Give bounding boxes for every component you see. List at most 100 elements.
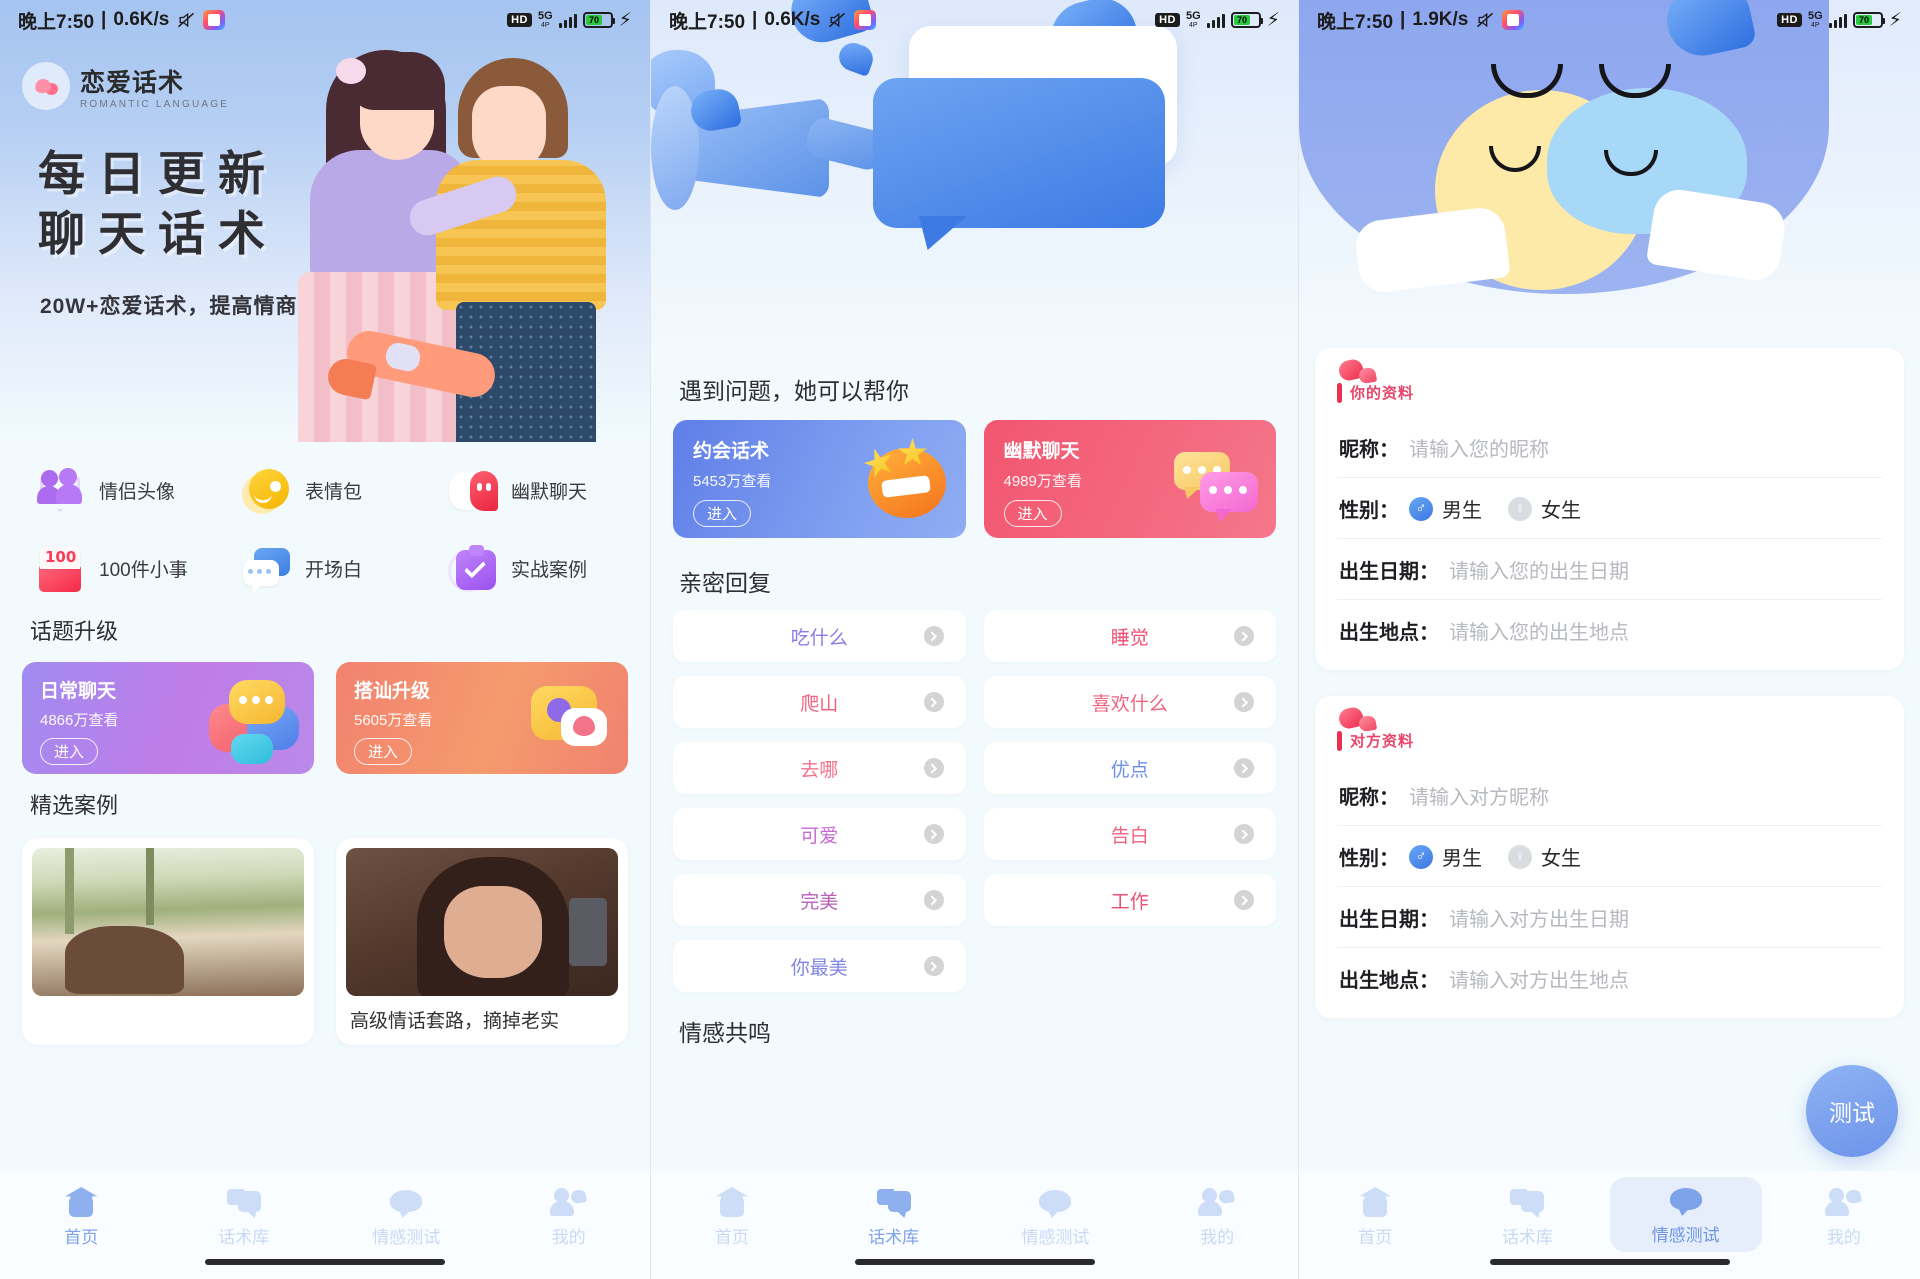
chat-bubbles-icon xyxy=(1174,440,1260,520)
reply-item[interactable]: 你最美 xyxy=(673,940,966,992)
quick-icon-humor-chat[interactable]: 幽默聊天 xyxy=(428,464,634,516)
quick-icon-emoji-pack[interactable]: 表情包 xyxy=(222,464,428,516)
gender-option-male[interactable]: ♂ 男生 xyxy=(1409,842,1482,871)
battery-icon: 70 xyxy=(1230,12,1263,28)
tab-profile[interactable]: 我的 xyxy=(1768,1183,1920,1248)
test-fab-button[interactable]: 测试 xyxy=(1806,1065,1898,1157)
reply-item[interactable]: 吃什么 xyxy=(673,610,966,662)
case-card[interactable]: 高级情话套路，摘掉老实 xyxy=(336,838,628,1045)
reply-item[interactable]: 完美 xyxy=(673,874,966,926)
birthdate-input[interactable]: 请输入您的出生日期 xyxy=(1449,555,1629,584)
gender-option-male[interactable]: ♂ 男生 xyxy=(1409,494,1482,523)
case-thumbnail xyxy=(32,848,304,996)
tab-emotion-test[interactable]: 情感测试 xyxy=(1609,1177,1762,1252)
other-gender-row[interactable]: 性别： ♂ 男生 ♀ 女生 xyxy=(1337,826,1882,887)
reply-item[interactable]: 去哪 xyxy=(673,742,966,794)
self-profile-card: 你的资料 昵称： 请输入您的昵称 性别： ♂ 男生 ♀ 女生 出生日期： 请输入… xyxy=(1315,348,1904,670)
topic-card-pickup-upgrade[interactable]: 搭讪升级 5605万查看 进入 xyxy=(336,662,628,774)
reply-item[interactable]: 优点 xyxy=(983,742,1276,794)
tab-emotion-test[interactable]: 情感测试 xyxy=(325,1183,488,1248)
tab-emotion-test[interactable]: 情感测试 xyxy=(975,1183,1137,1248)
tab-label: 话术库 xyxy=(218,1228,270,1247)
topic-card-daily-chat[interactable]: 日常聊天 4866万查看 进入 xyxy=(22,662,314,774)
field-label: 昵称： xyxy=(1339,787,1399,809)
status-right: HD 5G 4P 70 ⚡ xyxy=(507,9,632,32)
chevron-right-icon xyxy=(923,626,944,646)
quick-icon-hundred-things[interactable]: 100 100件小事 xyxy=(16,542,222,594)
hearts-icon xyxy=(1336,357,1385,385)
hearts-icon xyxy=(1336,705,1385,733)
feature-card-humor-chat[interactable]: 幽默聊天 4989万查看 进入 xyxy=(983,420,1276,538)
self-nickname-row[interactable]: 昵称： 请输入您的昵称 xyxy=(1337,417,1882,478)
other-birthplace-row[interactable]: 出生地点： 请输入对方出生地点 xyxy=(1337,948,1882,1008)
status-left: 晚上7:50 | 1.9K/s xyxy=(1317,7,1525,34)
birthdate-input[interactable]: 请输入对方出生日期 xyxy=(1449,903,1629,932)
tab-library[interactable]: 话术库 xyxy=(813,1183,975,1248)
other-nickname-row[interactable]: 昵称： 请输入对方昵称 xyxy=(1337,765,1882,826)
chevron-right-icon xyxy=(923,890,944,910)
tab-home[interactable]: 首页 xyxy=(1299,1183,1451,1248)
chevron-right-icon xyxy=(1234,758,1254,778)
self-profile-header: 你的资料 xyxy=(1336,357,1882,403)
home-icon xyxy=(1358,1187,1392,1217)
hero-headline: 每日更新 聊天话术 xyxy=(38,145,278,265)
tab-home[interactable]: 首页 xyxy=(651,1183,813,1248)
topic-card-list: 日常聊天 4866万查看 进入 搭讪升级 5605万查看 进入 xyxy=(0,646,650,774)
gender-option-female[interactable]: ♀ 女生 xyxy=(1508,494,1581,523)
quick-icon-opening-line[interactable]: 开场白 xyxy=(222,542,428,594)
quick-icon-couple-avatar[interactable]: 情侣头像 xyxy=(16,464,222,516)
reply-item[interactable]: 喜欢什么 xyxy=(983,676,1276,728)
field-label: 性别： xyxy=(1339,500,1399,522)
reply-item[interactable]: 工作 xyxy=(983,874,1276,926)
field-label: 出生日期： xyxy=(1339,561,1439,583)
humor-chat-icon xyxy=(446,464,498,516)
topic-card-enter-button[interactable]: 进入 xyxy=(40,738,99,765)
charging-icon: ⚡ xyxy=(618,9,632,31)
other-birthdate-row[interactable]: 出生日期： 请输入对方出生日期 xyxy=(1337,887,1882,948)
feature-card-enter-button[interactable]: 进入 xyxy=(1003,500,1062,527)
self-profile-title: 你的资料 xyxy=(1350,385,1415,402)
gender-option-female[interactable]: ♀ 女生 xyxy=(1508,842,1581,871)
gender-label: 女生 xyxy=(1541,848,1581,870)
status-net-speed: 1.9K/s xyxy=(1412,9,1469,30)
reply-column-right: 睡觉 喜欢什么 优点 告白 工作 xyxy=(983,610,1276,992)
topic-card-enter-button[interactable]: 进入 xyxy=(354,738,413,765)
tab-label: 我的 xyxy=(1200,1228,1235,1247)
gender-label: 男生 xyxy=(1442,500,1482,522)
tab-library[interactable]: 话术库 xyxy=(163,1183,326,1248)
reply-label: 去哪 xyxy=(800,759,839,781)
self-gender-row[interactable]: 性别： ♂ 男生 ♀ 女生 xyxy=(1337,478,1882,539)
self-birthdate-row[interactable]: 出生日期： 请输入您的出生日期 xyxy=(1337,539,1882,600)
feature-card-dating-talk[interactable]: 约会话术 5453万查看 进入 xyxy=(673,420,966,538)
charging-icon: ⚡ xyxy=(1266,9,1280,31)
chevron-right-icon xyxy=(1234,626,1254,646)
tab-home[interactable]: 首页 xyxy=(0,1183,163,1248)
battery-icon: 70 xyxy=(582,12,615,28)
reply-item[interactable]: 可爱 xyxy=(673,808,966,860)
tab-profile[interactable]: 我的 xyxy=(1136,1183,1298,1248)
reply-column-left: 吃什么 爬山 去哪 可爱 完美 你最美 xyxy=(673,610,966,992)
reply-item[interactable]: 睡觉 xyxy=(983,610,1276,662)
quick-icon-case-study[interactable]: 实战案例 xyxy=(428,542,634,594)
self-birthplace-row[interactable]: 出生地点： 请输入您的出生地点 xyxy=(1337,600,1882,660)
hero-subtitle: 20W+恋爱话术，提高情商 xyxy=(40,295,298,318)
laughing-emoji-icon xyxy=(864,438,950,520)
reply-item[interactable]: 爬山 xyxy=(673,676,966,728)
home-indicator xyxy=(854,1259,1095,1265)
tab-profile[interactable]: 我的 xyxy=(488,1183,651,1248)
birthplace-input[interactable]: 请输入您的出生地点 xyxy=(1449,616,1629,645)
library-icon xyxy=(226,1187,261,1217)
signal-bars-icon xyxy=(1828,12,1847,28)
nickname-input[interactable]: 请输入您的昵称 xyxy=(1409,433,1549,462)
reply-label: 爬山 xyxy=(800,693,839,715)
birthplace-input[interactable]: 请输入对方出生地点 xyxy=(1449,964,1629,993)
header-accent-bar xyxy=(1337,382,1342,403)
screen-emotion-test: 晚上7:50 | 1.9K/s HD 5G 4P 70 ⚡ 你的资料 昵称： 请… xyxy=(1298,0,1920,1279)
home-hero: 晚上7:50 | 0.6K/s HD 5G 4P 70 ⚡ 恋爱话术 ROMAN… xyxy=(0,0,650,442)
tab-library[interactable]: 话术库 xyxy=(1451,1183,1603,1248)
tab-label: 我的 xyxy=(1826,1228,1861,1247)
case-card[interactable] xyxy=(22,838,314,1045)
feature-card-enter-button[interactable]: 进入 xyxy=(693,500,752,527)
reply-item[interactable]: 告白 xyxy=(983,808,1276,860)
nickname-input[interactable]: 请输入对方昵称 xyxy=(1409,781,1549,810)
